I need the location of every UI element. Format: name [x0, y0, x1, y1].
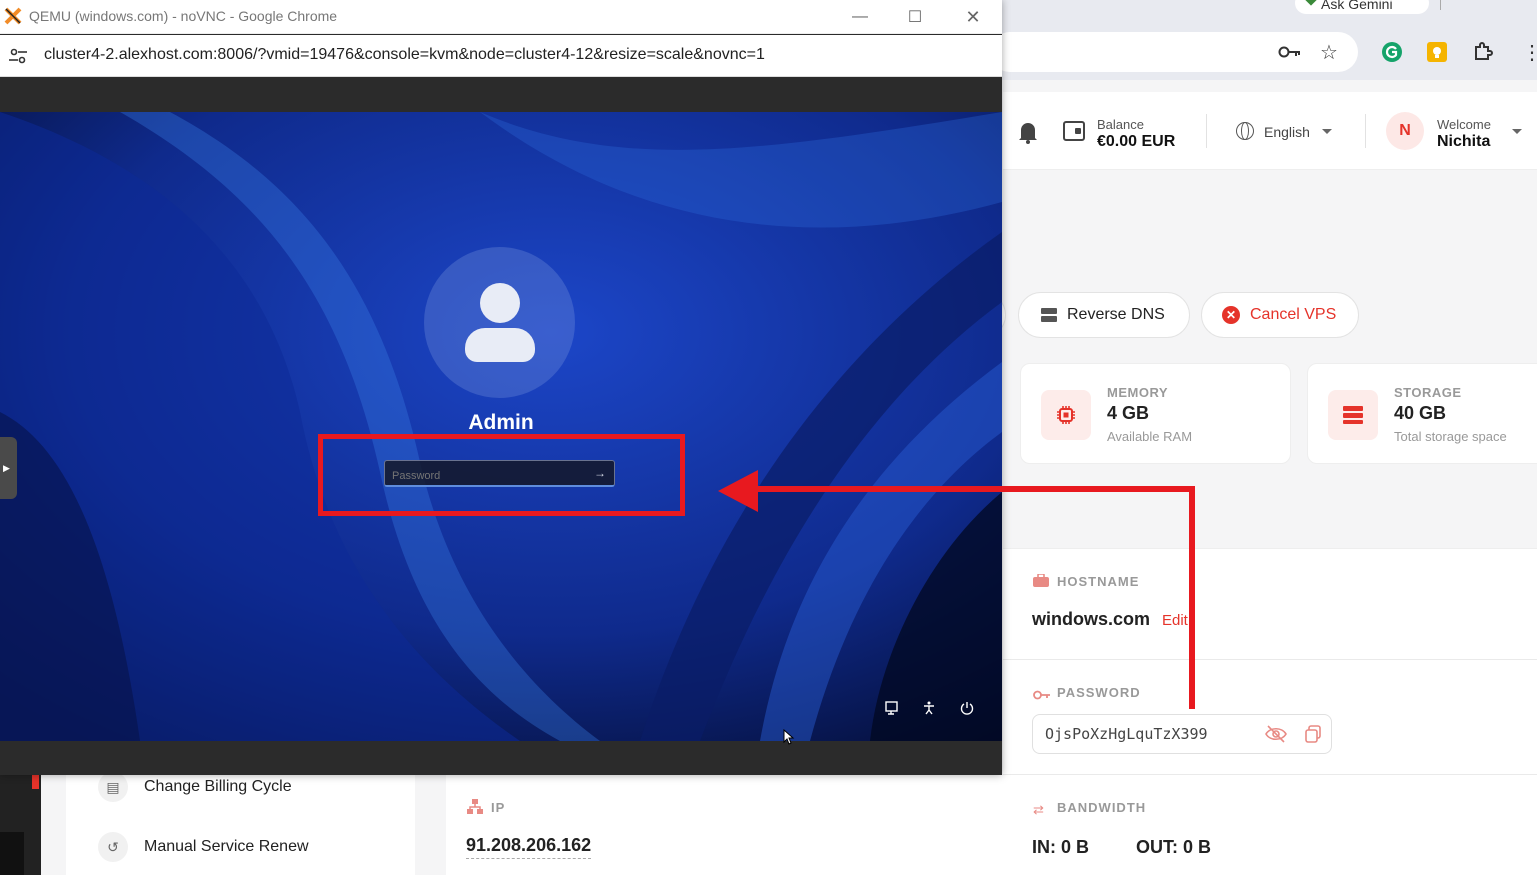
reverse-dns-button[interactable]: Reverse DNS: [1018, 292, 1190, 338]
change-billing-cycle-item[interactable]: ▤ Change Billing Cycle: [98, 772, 292, 802]
user-name: Nichita: [1437, 133, 1491, 150]
memory-sub: Available RAM: [1107, 429, 1193, 444]
storage-value: 40 GB: [1394, 403, 1447, 423]
extensions-puzzle-icon[interactable]: [1471, 40, 1495, 64]
background-address-bar[interactable]: [990, 32, 1358, 72]
novnc-bottom-bar: [0, 741, 1002, 775]
novnc-top-bar: [0, 78, 1002, 112]
password-value: OjsPoXzHgLquTzX399: [1045, 725, 1208, 743]
storage-icon: [1328, 390, 1378, 440]
briefcase-icon: [1033, 573, 1049, 587]
info-divider: [1003, 774, 1537, 775]
minimize-icon[interactable]: —: [849, 6, 871, 28]
hide-password-icon[interactable]: [1265, 725, 1287, 748]
ip-card: [446, 775, 1003, 875]
close-icon[interactable]: ✕: [962, 6, 984, 28]
maximize-icon[interactable]: ☐: [904, 6, 926, 28]
hostname-label: HOSTNAME: [1057, 574, 1140, 589]
user-icon: [480, 283, 520, 323]
server-icon: [1041, 308, 1057, 322]
qemu-logo-icon: [4, 7, 22, 25]
popup-titlebar[interactable]: QEMU (windows.com) - noVNC - Google Chro…: [0, 0, 1002, 34]
chevron-down-icon[interactable]: [1512, 129, 1522, 134]
chrome-menu-icon[interactable]: ⋮: [1520, 40, 1537, 64]
novnc-popup-window: QEMU (windows.com) - noVNC - Google Chro…: [0, 0, 1002, 775]
memory-card: MEMORY 4 GB Available RAM: [1020, 363, 1291, 464]
gemini-icon: [1305, 0, 1317, 6]
grammarly-extension-icon[interactable]: [1380, 40, 1404, 64]
memory-label: MEMORY: [1107, 385, 1169, 400]
site-settings-icon[interactable]: [8, 47, 28, 65]
popup-url-bar[interactable]: cluster4-2.alexhost.com:8006/?vmid=19476…: [0, 35, 1002, 77]
bookmark-star-icon[interactable]: ☆: [1317, 40, 1341, 64]
close-circle-icon: ✕: [1222, 306, 1240, 324]
info-divider: [1003, 659, 1537, 660]
popup-url[interactable]: cluster4-2.alexhost.com:8006/?vmid=19476…: [44, 46, 765, 64]
ip-label: IP: [491, 800, 506, 815]
mouse-cursor-icon: [783, 729, 795, 745]
welcome-label: Welcome: [1437, 117, 1491, 132]
globe-icon: [1236, 122, 1254, 140]
power-icon[interactable]: [959, 700, 975, 716]
key-icon: [1033, 687, 1050, 700]
header-divider: [1365, 114, 1366, 148]
hostname-value: windows.com: [1032, 609, 1151, 629]
edit-hostname-link[interactable]: Edit: [1162, 612, 1188, 629]
highlight-annotation-box: [318, 434, 685, 516]
cancel-vps-button[interactable]: ✕ Cancel VPS: [1201, 292, 1359, 338]
bandwidth-icon: ⇄: [1033, 802, 1044, 817]
sidebar-strip-bottom: [0, 832, 24, 875]
bandwidth-in: IN: 0 B: [1032, 837, 1090, 857]
header-divider: [1206, 114, 1207, 148]
bandwidth-label: BANDWIDTH: [1057, 800, 1147, 815]
password-key-icon[interactable]: [1278, 40, 1302, 64]
ask-gemini-button[interactable]: Ask Gemini: [1295, 0, 1429, 14]
copy-icon[interactable]: [1305, 725, 1321, 748]
tab-separator: [1440, 0, 1441, 10]
balance-value: €0.00 EUR: [1097, 133, 1176, 150]
manual-service-renew-item[interactable]: ↺ Manual Service Renew: [98, 832, 309, 862]
network-status-icon[interactable]: [884, 700, 900, 716]
storage-label: STORAGE: [1394, 385, 1462, 400]
password-label: PASSWORD: [1057, 685, 1141, 700]
document-icon: ▤: [98, 772, 128, 802]
storage-sub: Total storage space: [1394, 429, 1507, 444]
login-username: Admin: [468, 411, 534, 434]
notification-bell-icon[interactable]: [1017, 120, 1039, 144]
novnc-sidebar-handle[interactable]: ▶: [0, 437, 17, 499]
language-selector[interactable]: English: [1264, 124, 1310, 140]
balance-label: Balance: [1097, 117, 1144, 132]
accessibility-icon[interactable]: [921, 700, 937, 716]
wallet-icon: [1063, 121, 1085, 141]
keep-extension-icon[interactable]: [1425, 40, 1449, 64]
popup-title: QEMU (windows.com) - noVNC - Google Chro…: [29, 8, 338, 24]
ip-value[interactable]: 91.208.206.162: [466, 835, 592, 859]
chevron-down-icon[interactable]: [1322, 129, 1332, 134]
avatar[interactable]: N: [1386, 112, 1424, 150]
server-info-panel: [1003, 548, 1537, 875]
storage-card: STORAGE 40 GB Total storage space: [1307, 363, 1537, 464]
user-icon-body: [465, 328, 535, 362]
network-icon: [467, 799, 483, 820]
sidebar-accent: [32, 775, 39, 789]
chip-icon: [1041, 390, 1091, 440]
memory-value: 4 GB: [1107, 403, 1150, 423]
password-field[interactable]: OjsPoXzHgLquTzX399: [1032, 714, 1332, 754]
bandwidth-out: OUT: 0 B: [1136, 837, 1212, 857]
history-icon: ↺: [98, 832, 128, 862]
